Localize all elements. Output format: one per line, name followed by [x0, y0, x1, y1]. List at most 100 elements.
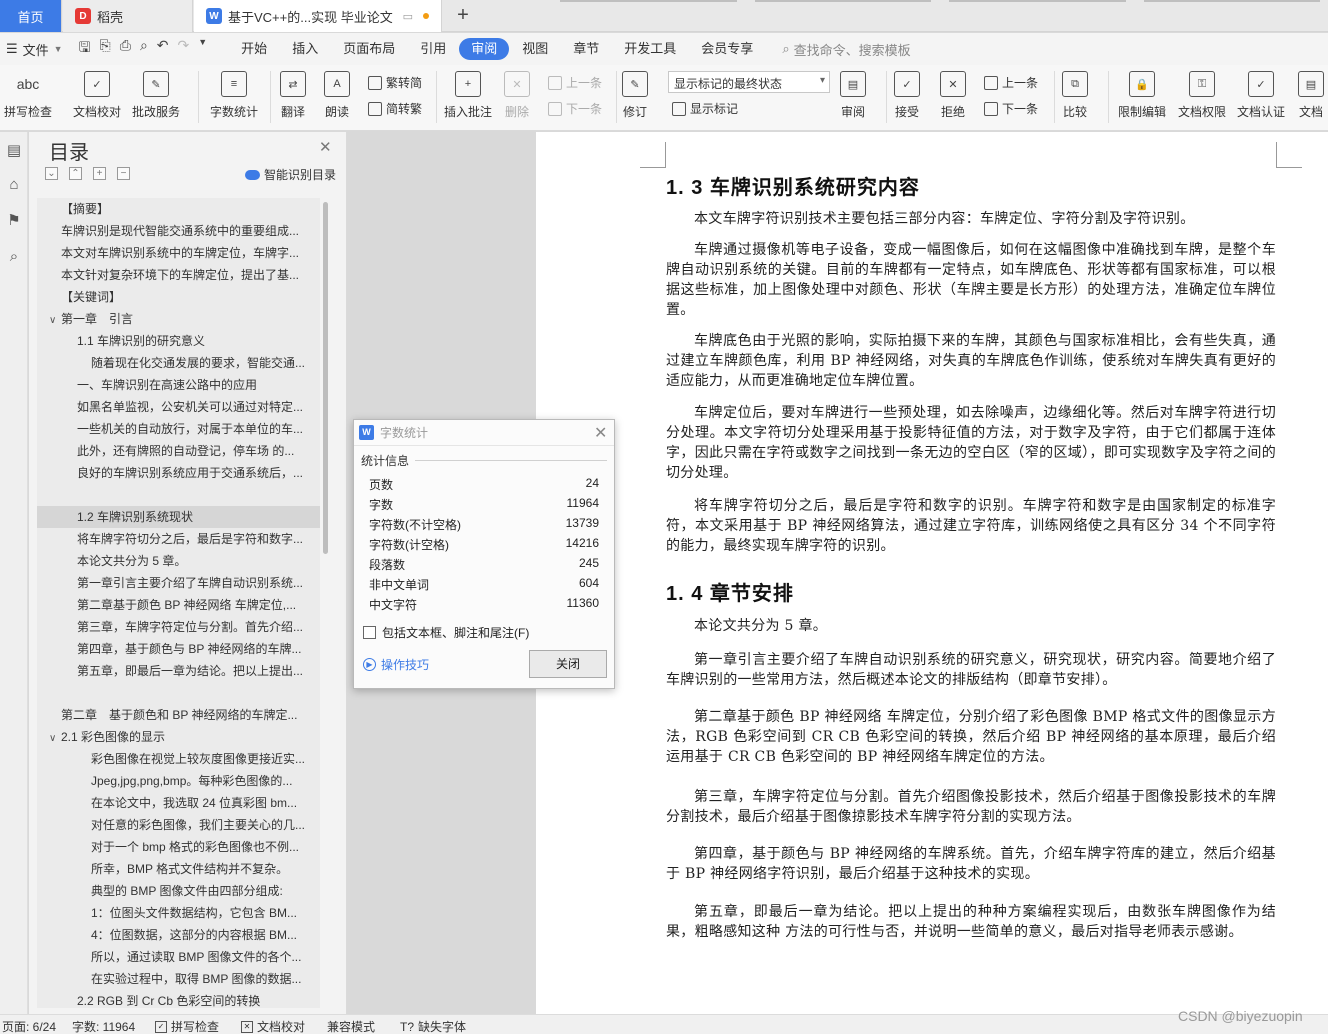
close-icon[interactable]: ✕	[594, 423, 607, 443]
menu-section[interactable]: 章节	[561, 38, 611, 60]
menu-references[interactable]: 引用	[408, 38, 458, 60]
toc-item[interactable]: 第一章引言主要介绍了车牌自动识别系统...	[37, 572, 320, 594]
toc-item[interactable]: 彩色图像在视觉上较灰度图像更接近实...	[37, 748, 320, 770]
toc-item[interactable]: 典型的 BMP 图像文件由四部分组成:	[37, 880, 320, 902]
doc-permission-button[interactable]: ⚿ 文档权限	[1178, 71, 1226, 120]
toc-item[interactable]: 在本论文中，我选取 24 位真彩图 bm...	[37, 792, 320, 814]
compat-mode-status[interactable]: 兼容模式	[327, 1018, 375, 1034]
toc-item[interactable]: ∨ 2.1 彩色图像的显示	[37, 726, 320, 748]
prev-comment-button[interactable]: 上一条	[548, 74, 602, 91]
toc-item[interactable]: 此外，还有牌照的自动登记，停车场 的...	[37, 440, 320, 462]
show-markup-button[interactable]: 显示标记	[672, 100, 738, 117]
read-aloud-button[interactable]: A 朗读	[324, 71, 350, 120]
toc-item[interactable]: 【摘要】	[37, 198, 320, 220]
close-icon[interactable]: ✕	[319, 138, 332, 156]
toc-item[interactable]: 【关键词】	[37, 286, 320, 308]
toc-item[interactable]: 随着现在化交通发展的要求，智能交通...	[37, 352, 320, 374]
prev-change-button[interactable]: 上一条	[984, 74, 1038, 91]
delete-comment-button[interactable]: ✕ 删除	[504, 71, 530, 120]
undo-icon[interactable]: ↶	[157, 37, 169, 61]
insert-comment-button[interactable]: + 插入批注	[444, 71, 492, 120]
toc-item[interactable]: 一、车牌识别在高速公路中的应用	[37, 374, 320, 396]
compare-button[interactable]: ⧉ 比较	[1062, 71, 1088, 120]
toc-item[interactable]: 第三章，车牌字符定位与分割。首先介绍...	[37, 616, 320, 638]
chevron-down-icon[interactable]: ∨	[49, 728, 61, 748]
menu-insert[interactable]: 插入	[280, 38, 330, 60]
print-icon[interactable]: ⎙	[120, 37, 131, 61]
toc-item[interactable]: 良好的车牌识别系统应用于交通系统后，...	[37, 462, 320, 484]
print-preview-icon[interactable]: ⌕	[140, 37, 148, 61]
smart-toc-button[interactable]: 智能识别目录	[245, 166, 336, 183]
toc-item[interactable]: 如黑名单监视，公安机关可以通过对特定...	[37, 396, 320, 418]
simp-to-trad-button[interactable]: 简转繁	[368, 100, 422, 117]
toc-item[interactable]: 对任意的彩色图像，我们主要关心的几...	[37, 814, 320, 836]
review-service-button[interactable]: ✎ 批改服务	[132, 71, 180, 120]
toc-item[interactable]: 1.1 车牌识别的研究意义	[37, 330, 320, 352]
reject-button[interactable]: ✕ 拒绝	[940, 71, 966, 120]
include-textbox-checkbox[interactable]: 包括文本框、脚注和尾注(F)	[363, 624, 529, 641]
customize-icon[interactable]: ▼	[198, 37, 207, 61]
menu-review[interactable]: 审阅	[459, 38, 510, 60]
toc-item[interactable]: 第二章 基于颜色和 BP 神经网络的车牌定...	[37, 704, 320, 726]
word-count-indicator[interactable]: 字数: 11964	[72, 1018, 135, 1034]
spell-check-button[interactable]: abc 拼写检查	[4, 71, 52, 120]
file-menu[interactable]: ☰ 文件 ▼	[6, 40, 63, 59]
toc-item[interactable]: 所以，通过读取 BMP 图像文件的各个...	[37, 946, 320, 968]
tab-home[interactable]: 首页	[0, 0, 62, 32]
toc-item[interactable]: 本论文共分为 5 章。	[37, 550, 320, 572]
toc-item[interactable]: 第二章基于颜色 BP 神经网络 车牌定位,...	[37, 594, 320, 616]
toc-panel-icon[interactable]: ▤	[5, 142, 23, 160]
tab-docer[interactable]: D 稻壳	[63, 0, 193, 32]
new-tab-button[interactable]: +	[452, 4, 474, 26]
doc-proof-button[interactable]: ✓ 文档校对	[73, 71, 121, 120]
toc-item[interactable]: 本文对车牌识别系统中的车牌定位，车牌字...	[37, 242, 320, 264]
word-count-button[interactable]: ≡ 字数统计	[210, 71, 258, 120]
next-change-button[interactable]: 下一条	[984, 100, 1038, 117]
toc-item[interactable]: 将车牌字符切分之后，最后是字符和数字...	[37, 528, 320, 550]
toc-item[interactable]	[37, 484, 320, 506]
menu-layout[interactable]: 页面布局	[331, 38, 407, 60]
proof-status[interactable]: ✕ 文档校对	[241, 1018, 305, 1034]
tab-document[interactable]: W 基于VC++的...实现 毕业论文 ▭	[194, 0, 442, 32]
menu-member[interactable]: 会员专享	[689, 38, 765, 60]
doc-more-button[interactable]: ▤ 文档	[1298, 71, 1324, 120]
menu-start[interactable]: 开始	[229, 38, 279, 60]
toc-item[interactable]: ∨ 第一章 引言	[37, 308, 320, 330]
navigation-icon[interactable]: ⌂	[5, 176, 23, 194]
toc-item[interactable]: 2.2 RGB 到 Cr Cb 色彩空间的转换	[37, 990, 320, 1008]
collapse-all-icon[interactable]: ⌄	[45, 167, 58, 180]
expand-up-icon[interactable]: ⌃	[69, 167, 82, 180]
next-comment-button[interactable]: 下一条	[548, 100, 602, 117]
page-indicator[interactable]: 页面: 6/24	[2, 1018, 56, 1034]
markup-mode-select[interactable]: 显示标记的最终状态	[668, 71, 830, 93]
find-icon[interactable]: ⌕	[5, 248, 23, 266]
toc-item[interactable]: 1：位图头文件数据结构，它包含 BM...	[37, 902, 320, 924]
toc-item[interactable]: 在实验过程中，取得 BMP 图像的数据...	[37, 968, 320, 990]
menu-view[interactable]: 视图	[510, 38, 560, 60]
toc-item[interactable]: 所幸，BMP 格式文件结构并不复杂。	[37, 858, 320, 880]
expand-icon[interactable]: +	[93, 167, 106, 180]
track-changes-button[interactable]: ✎ 修订	[622, 71, 648, 120]
toc-scrollbar[interactable]	[323, 202, 328, 554]
chevron-down-icon[interactable]: ∨	[49, 310, 61, 330]
missing-font-status[interactable]: T? 缺失字体	[400, 1018, 466, 1034]
save-icon[interactable]: 🖫	[79, 37, 91, 61]
toc-item[interactable]: 1.2 车牌识别系统现状	[37, 506, 320, 528]
translate-button[interactable]: ⇄ 翻译	[280, 71, 306, 120]
collapse-icon[interactable]: −	[117, 167, 130, 180]
toc-item[interactable]	[37, 682, 320, 704]
spell-check-status[interactable]: ✓ 拼写检查	[155, 1018, 219, 1034]
toc-item[interactable]: 第五章，即最后一章为结论。把以上提出...	[37, 660, 320, 682]
toc-item[interactable]: 对于一个 bmp 格式的彩色图像也不例...	[37, 836, 320, 858]
bookmark-icon[interactable]: ⚑	[5, 212, 23, 230]
accept-button[interactable]: ✓ 接受	[894, 71, 920, 120]
toc-item[interactable]: 车牌识别是现代智能交通系统中的重要组成...	[37, 220, 320, 242]
dialog-titlebar[interactable]: W 字数统计	[354, 420, 614, 446]
redo-icon[interactable]: ↷	[178, 37, 190, 61]
toc-item[interactable]: 第四章，基于颜色与 BP 神经网络的车牌...	[37, 638, 320, 660]
restrict-edit-button[interactable]: 🔒 限制编辑	[1118, 71, 1166, 120]
command-search[interactable]: ⌕ 查找命令、搜索模板	[782, 40, 910, 59]
checkbox[interactable]	[363, 626, 376, 639]
tips-link[interactable]: ▶ 操作技巧	[363, 656, 429, 673]
toc-item[interactable]: 一些机关的自动放行，对属于本单位的车...	[37, 418, 320, 440]
